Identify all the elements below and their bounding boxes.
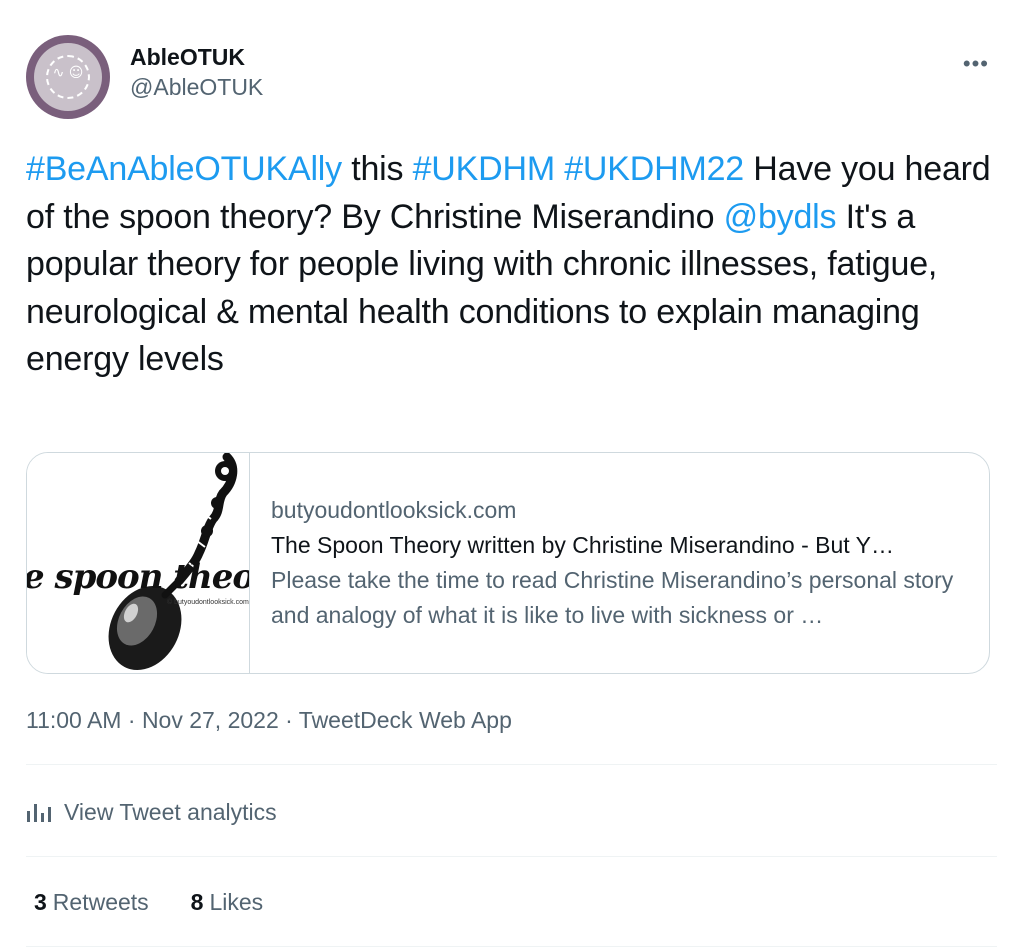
card-thumbnail[interactable]: e spoon theo © butyoudontlooksick.com	[27, 453, 250, 673]
likes-count: 8	[190, 888, 204, 915]
tweet-header: ∿ ☺ AbleOTUK @AbleOTUK •••	[26, 35, 997, 119]
meta-separator: ·	[285, 707, 299, 733]
meta-separator: ·	[127, 707, 142, 733]
analytics-label: View Tweet analytics	[64, 798, 277, 825]
retweets-count: 3	[34, 888, 47, 915]
retweets-label: Retweets	[52, 888, 149, 915]
hashtag-link[interactable]: #UKDHM	[413, 150, 556, 188]
likes-stat[interactable]: 8 Likes	[191, 889, 264, 916]
tweet-source[interactable]: TweetDeck Web App	[299, 707, 512, 733]
card-thumb-text: e spoon theo	[27, 557, 250, 597]
card-domain: butyoudontlooksick.com	[271, 497, 517, 523]
author-display-name[interactable]: AbleOTUK	[130, 43, 263, 71]
card-title: The Spoon Theory written by Christine Mi…	[271, 532, 894, 558]
avatar[interactable]: ∿ ☺	[26, 35, 110, 119]
tweet-time[interactable]: 11:00 AM	[26, 707, 121, 733]
tweet-text-segment	[555, 150, 564, 188]
author-handle[interactable]: @AbleOTUK	[130, 71, 263, 103]
avatar-logo-icon: ∿ ☺	[34, 43, 102, 111]
tweet-meta: 11:00 AM · Nov 27, 2022 · TweetDeck Web …	[26, 700, 512, 740]
divider	[26, 856, 997, 857]
likes-label: Likes	[209, 888, 264, 915]
link-card[interactable]: e spoon theo © butyoudontlooksick.com bu…	[26, 452, 990, 674]
tweet-text: #BeAnAbleOTUKAlly this #UKDHM #UKDHM22 H…	[26, 146, 991, 384]
divider	[26, 764, 997, 765]
engagement-stats: 3 Retweets 8 Likes	[26, 882, 297, 922]
tweet-date[interactable]: Nov 27, 2022	[142, 707, 279, 733]
analytics-bar-icon	[27, 804, 51, 822]
hashtag-link[interactable]: #UKDHM22	[564, 150, 744, 188]
hashtag-link[interactable]: #BeAnAbleOTUKAlly	[26, 150, 342, 188]
mention-link[interactable]: @bydls	[724, 198, 837, 236]
divider	[26, 946, 997, 947]
retweets-stat[interactable]: 3 Retweets	[34, 889, 149, 916]
card-description: Please take the time to read Christine M…	[271, 567, 954, 628]
view-analytics-button[interactable]: View Tweet analytics	[26, 792, 277, 832]
more-icon[interactable]: •••	[963, 51, 989, 77]
card-thumb-credit: © butyoudontlooksick.com	[167, 599, 249, 606]
tweet-text-segment: this	[341, 150, 413, 188]
